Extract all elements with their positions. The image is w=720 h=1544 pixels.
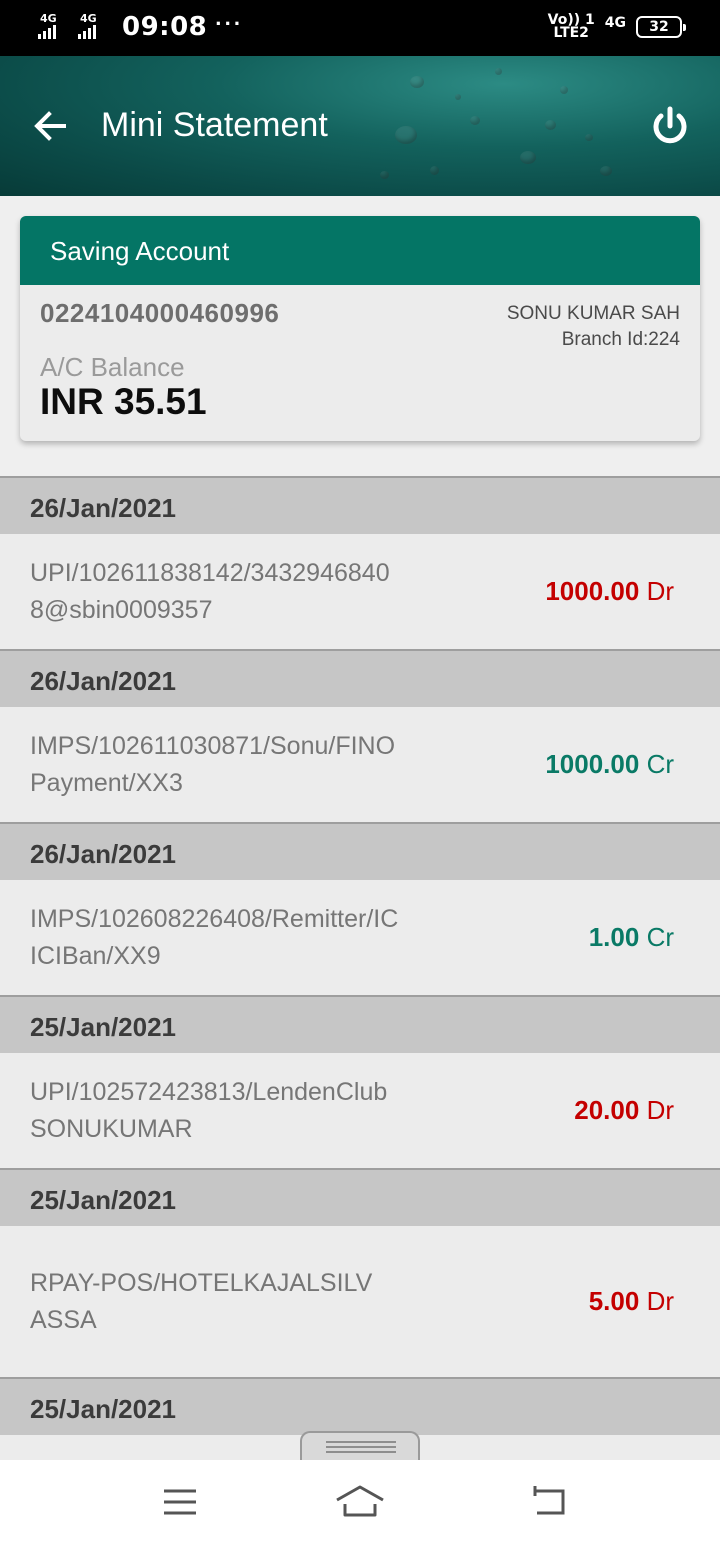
transaction-description: RPAY-POS/HOTELKAJALSILVASSA [30,1268,373,1334]
sim1-signal-icon: 4G [38,12,70,42]
transaction-date: 26/Jan/2021 [0,476,720,534]
amount-value: 1000.00 [545,576,640,606]
transaction-description: UPI/102572423813/LendenClubSONUKUMAR [30,1077,388,1143]
power-icon[interactable] [648,104,692,148]
amount-type: Dr [646,576,674,606]
transaction-date: 25/Jan/2021 [0,1377,720,1435]
scroll-handle[interactable] [300,1431,420,1461]
balance-value: INR 35.51 [40,381,207,422]
volte-line2: LTE2 [553,25,589,41]
sim2-signal-icon: 4G [78,12,110,42]
status-time: 09:08 [122,12,208,42]
battery-icon: 32 [636,16,686,38]
transaction-amount: 1000.00 Cr [545,749,674,780]
transaction-row[interactable]: UPI/102611838142/34329468408@sbin0009357… [0,534,720,649]
navigation-bar [0,1460,720,1544]
home-icon[interactable] [335,1480,385,1524]
amount-type: Cr [646,922,674,952]
transaction-date: 25/Jan/2021 [0,995,720,1053]
amount-value: 5.00 [588,1286,640,1316]
status-right: Vo)) 1 LTE2 4G 32 [548,13,686,41]
back-icon[interactable] [525,1480,575,1524]
transaction-row[interactable]: IMPS/102608226408/Remitter/ICICIBan/XX9 … [0,880,720,995]
branch-id: Branch Id:224 [561,329,680,350]
account-type-label: Saving Account [20,216,700,285]
page-title: Mini Statement [101,106,328,144]
battery-level: 32 [649,19,669,35]
sim2-network-label: 4G [80,12,97,25]
amount-value: 20.00 [574,1095,640,1125]
transaction-amount: 20.00 Dr [574,1095,674,1126]
transaction-row[interactable]: UPI/102572423813/LendenClubSONUKUMAR 20.… [0,1053,720,1168]
amount-value: 1000.00 [545,749,640,779]
transaction-description: IMPS/102608226408/Remitter/ICICIBan/XX9 [30,904,399,970]
transaction-amount: 5.00 Dr [589,1286,674,1317]
amount-value: 1.00 [588,922,640,952]
transaction-description: IMPS/102611030871/Sonu/FINOPayment/XX3 [30,731,396,797]
transaction-list[interactable]: 26/Jan/2021 UPI/102611838142/34329468408… [0,476,720,1460]
notification-dots-icon: ··· [215,11,244,36]
amount-type: Dr [646,1095,674,1125]
balance-label: A/C Balance [40,352,185,382]
transaction-amount: 1.00 Cr [589,922,674,953]
transaction-description: UPI/102611838142/34329468408@sbin0009357 [30,558,390,624]
account-holder-name: SONU KUMAR SAH [506,303,680,324]
menu-icon[interactable] [155,1480,205,1524]
transaction-date: 26/Jan/2021 [0,649,720,707]
amount-type: Dr [646,1286,674,1316]
transaction-row[interactable]: RPAY-POS/HOTELKAJALSILVASSA 5.00 Dr [0,1226,720,1377]
transaction-date: 25/Jan/2021 [0,1168,720,1226]
status-bar: 4G 4G 09:08 ··· Vo)) 1 LTE2 4G 32 [0,0,720,56]
transaction-amount: 1000.00 Dr [545,576,674,607]
amount-type: Cr [646,749,674,779]
app-header: Mini Statement [0,56,720,196]
status-left: 4G 4G 09:08 ··· [38,11,244,42]
data-network-label: 4G [604,15,626,31]
transaction-row[interactable]: IMPS/102611030871/Sonu/FINOPayment/XX3 1… [0,707,720,822]
transaction-date: 26/Jan/2021 [0,822,720,880]
volte-indicator: Vo)) 1 LTE2 [548,13,595,41]
account-number: 0224104000460996 [40,298,280,328]
arrow-left-icon[interactable] [30,106,70,146]
sim1-network-label: 4G [40,12,57,25]
account-card: Saving Account 0224104000460996 SONU KUM… [20,216,700,441]
